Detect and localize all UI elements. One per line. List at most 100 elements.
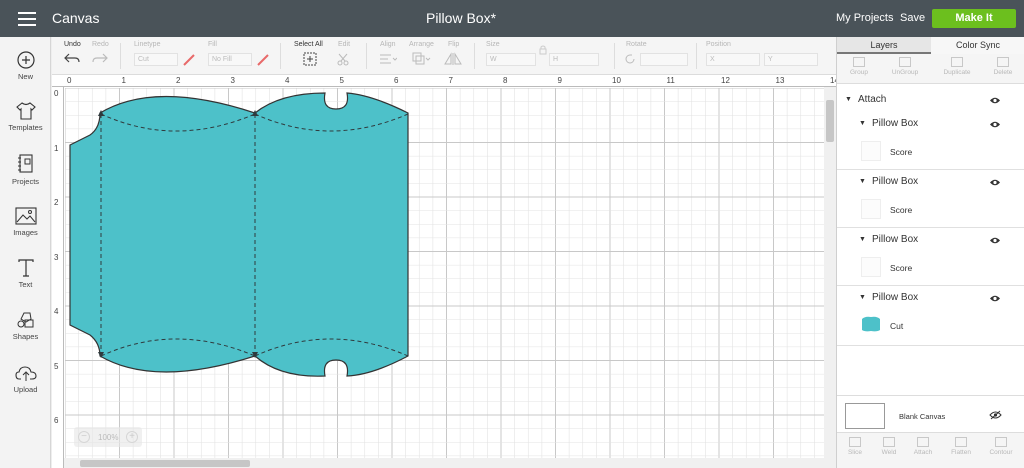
my-projects-link[interactable]: My Projects — [836, 12, 893, 24]
arrange-label: Arrange — [409, 41, 434, 48]
caret-down-icon[interactable]: ▼ — [859, 120, 866, 127]
arrange-icon[interactable] — [412, 52, 432, 66]
ruler-left: 0 1 2 3 4 5 6 — [52, 87, 64, 468]
blank-canvas-thumbnail[interactable] — [845, 403, 885, 429]
sidebar-item-text[interactable]: Text — [0, 259, 51, 289]
tab-layers[interactable]: Layers — [837, 37, 931, 54]
fill-color-icon[interactable] — [256, 53, 270, 67]
tab-color-sync[interactable]: Color Sync — [931, 37, 1024, 54]
eye-icon[interactable] — [989, 96, 1001, 105]
fill-select[interactable]: No Fill — [208, 53, 252, 66]
edit-label: Edit — [338, 41, 351, 48]
ruler-number: 11 — [666, 76, 675, 85]
attach-button[interactable]: Attach — [903, 437, 943, 456]
size-label: Size — [486, 41, 500, 48]
toolbar-divider — [614, 43, 615, 69]
design-canvas[interactable]: 01234567891011121314 0123456 − 100% + — [52, 75, 836, 468]
horizontal-scrollbar[interactable] — [64, 458, 824, 468]
ruler-number: 5 — [339, 76, 344, 85]
layer-group-4[interactable]: ▼ Pillow Box — [837, 291, 1024, 307]
eye-icon[interactable] — [989, 294, 1001, 303]
undo-icon[interactable] — [64, 52, 80, 64]
linetype-label: Linetype — [134, 41, 161, 48]
redo-icon[interactable] — [92, 52, 108, 64]
upload-cloud-icon — [14, 366, 37, 381]
ruler-number: 10 — [612, 76, 621, 85]
group-button[interactable]: Group — [839, 57, 879, 76]
ruler-number: 13 — [775, 76, 785, 85]
sidebar-item-upload[interactable]: Upload — [0, 364, 51, 394]
align-icon[interactable] — [379, 54, 397, 64]
scissors-icon[interactable] — [337, 52, 353, 66]
delete-button[interactable]: Delete — [983, 57, 1023, 76]
horizontal-scroll-thumb[interactable] — [80, 460, 250, 467]
height-input[interactable]: H — [549, 53, 599, 66]
rotate-icon[interactable] — [624, 53, 636, 65]
duplicate-button[interactable]: Duplicate — [937, 57, 977, 76]
sidebar-item-new[interactable]: New — [0, 51, 51, 81]
y-prefix: Y — [768, 56, 773, 63]
layer-item-label: Score — [890, 147, 913, 157]
paperclip-icon — [917, 437, 929, 447]
layer-tools: Group UnGroup Duplicate Delete — [837, 54, 1024, 84]
layer-group-2[interactable]: ▼ Pillow Box — [837, 175, 1024, 191]
layer-group-1[interactable]: ▼ Pillow Box — [837, 117, 1024, 133]
plus-circle-icon — [16, 51, 35, 69]
width-input[interactable]: W — [486, 53, 536, 66]
layer-item-label: Score — [890, 263, 913, 273]
rotate-label: Rotate — [626, 41, 647, 48]
save-button[interactable]: Save — [900, 12, 925, 24]
ungroup-button[interactable]: UnGroup — [885, 57, 925, 76]
eye-icon[interactable] — [989, 236, 1001, 245]
sidebar-item-projects[interactable]: Projects — [0, 154, 51, 186]
ruler-number: 5 — [54, 361, 59, 371]
contour-button[interactable]: Contour — [981, 437, 1021, 456]
eye-hidden-icon[interactable] — [989, 410, 1002, 420]
eye-icon[interactable] — [989, 178, 1001, 187]
sidebar-item-templates[interactable]: Templates — [0, 102, 51, 132]
flatten-button[interactable]: Flatten — [941, 437, 981, 456]
blank-canvas-row[interactable]: Blank Canvas — [837, 395, 1024, 431]
layer-attach[interactable]: ▼ Attach — [837, 93, 1024, 109]
caret-down-icon[interactable]: ▼ — [859, 294, 866, 301]
lock-icon[interactable] — [538, 45, 548, 55]
layer-group-3[interactable]: ▼ Pillow Box — [837, 233, 1024, 249]
linetype-select[interactable]: Cut — [134, 53, 178, 66]
undo-label: Undo — [64, 41, 81, 48]
layer-item-score-2[interactable]: Score — [837, 197, 1024, 223]
vertical-scrollbar[interactable] — [824, 87, 836, 468]
contour-label: Contour — [989, 449, 1013, 456]
ungroup-icon — [899, 57, 911, 67]
layer-divider — [837, 169, 1024, 170]
line-color-icon[interactable] — [182, 53, 196, 67]
pillow-box-shape[interactable] — [69, 92, 409, 377]
x-prefix: X — [710, 56, 715, 63]
ruler-number: 6 — [394, 76, 399, 85]
zoom-control: − 100% + — [74, 427, 142, 447]
eye-icon[interactable] — [989, 120, 1001, 129]
sidebar-item-shapes[interactable]: Shapes — [0, 311, 51, 341]
sidebar-item-images[interactable]: Images — [0, 207, 51, 237]
layer-item-score-3[interactable]: Score — [837, 255, 1024, 281]
caret-down-icon[interactable]: ▼ — [859, 178, 866, 185]
layer-item-cut[interactable]: Cut — [837, 313, 1024, 339]
y-input[interactable]: Y — [764, 53, 818, 66]
ruler-number: 8 — [503, 76, 508, 85]
select-all-icon[interactable] — [303, 52, 317, 66]
layer-item-score-1[interactable]: Score — [837, 139, 1024, 165]
rotate-input[interactable] — [640, 53, 688, 66]
attach-label: Attach — [858, 94, 887, 105]
zoom-out-button[interactable]: − — [78, 431, 90, 443]
sidebar-label-upload: Upload — [13, 385, 38, 394]
flip-icon[interactable] — [444, 52, 464, 66]
zoom-in-button[interactable]: + — [126, 431, 138, 443]
vertical-scroll-thumb[interactable] — [826, 100, 834, 142]
x-input[interactable]: X — [706, 53, 760, 66]
caret-down-icon[interactable]: ▼ — [845, 96, 852, 103]
toolbar-divider — [280, 43, 281, 69]
layer-thumbnail — [861, 199, 881, 219]
caret-down-icon[interactable]: ▼ — [859, 236, 866, 243]
sidebar-label-shapes: Shapes — [12, 332, 39, 341]
make-it-button[interactable]: Make It — [932, 9, 1016, 28]
ruler-number: 3 — [54, 252, 59, 262]
